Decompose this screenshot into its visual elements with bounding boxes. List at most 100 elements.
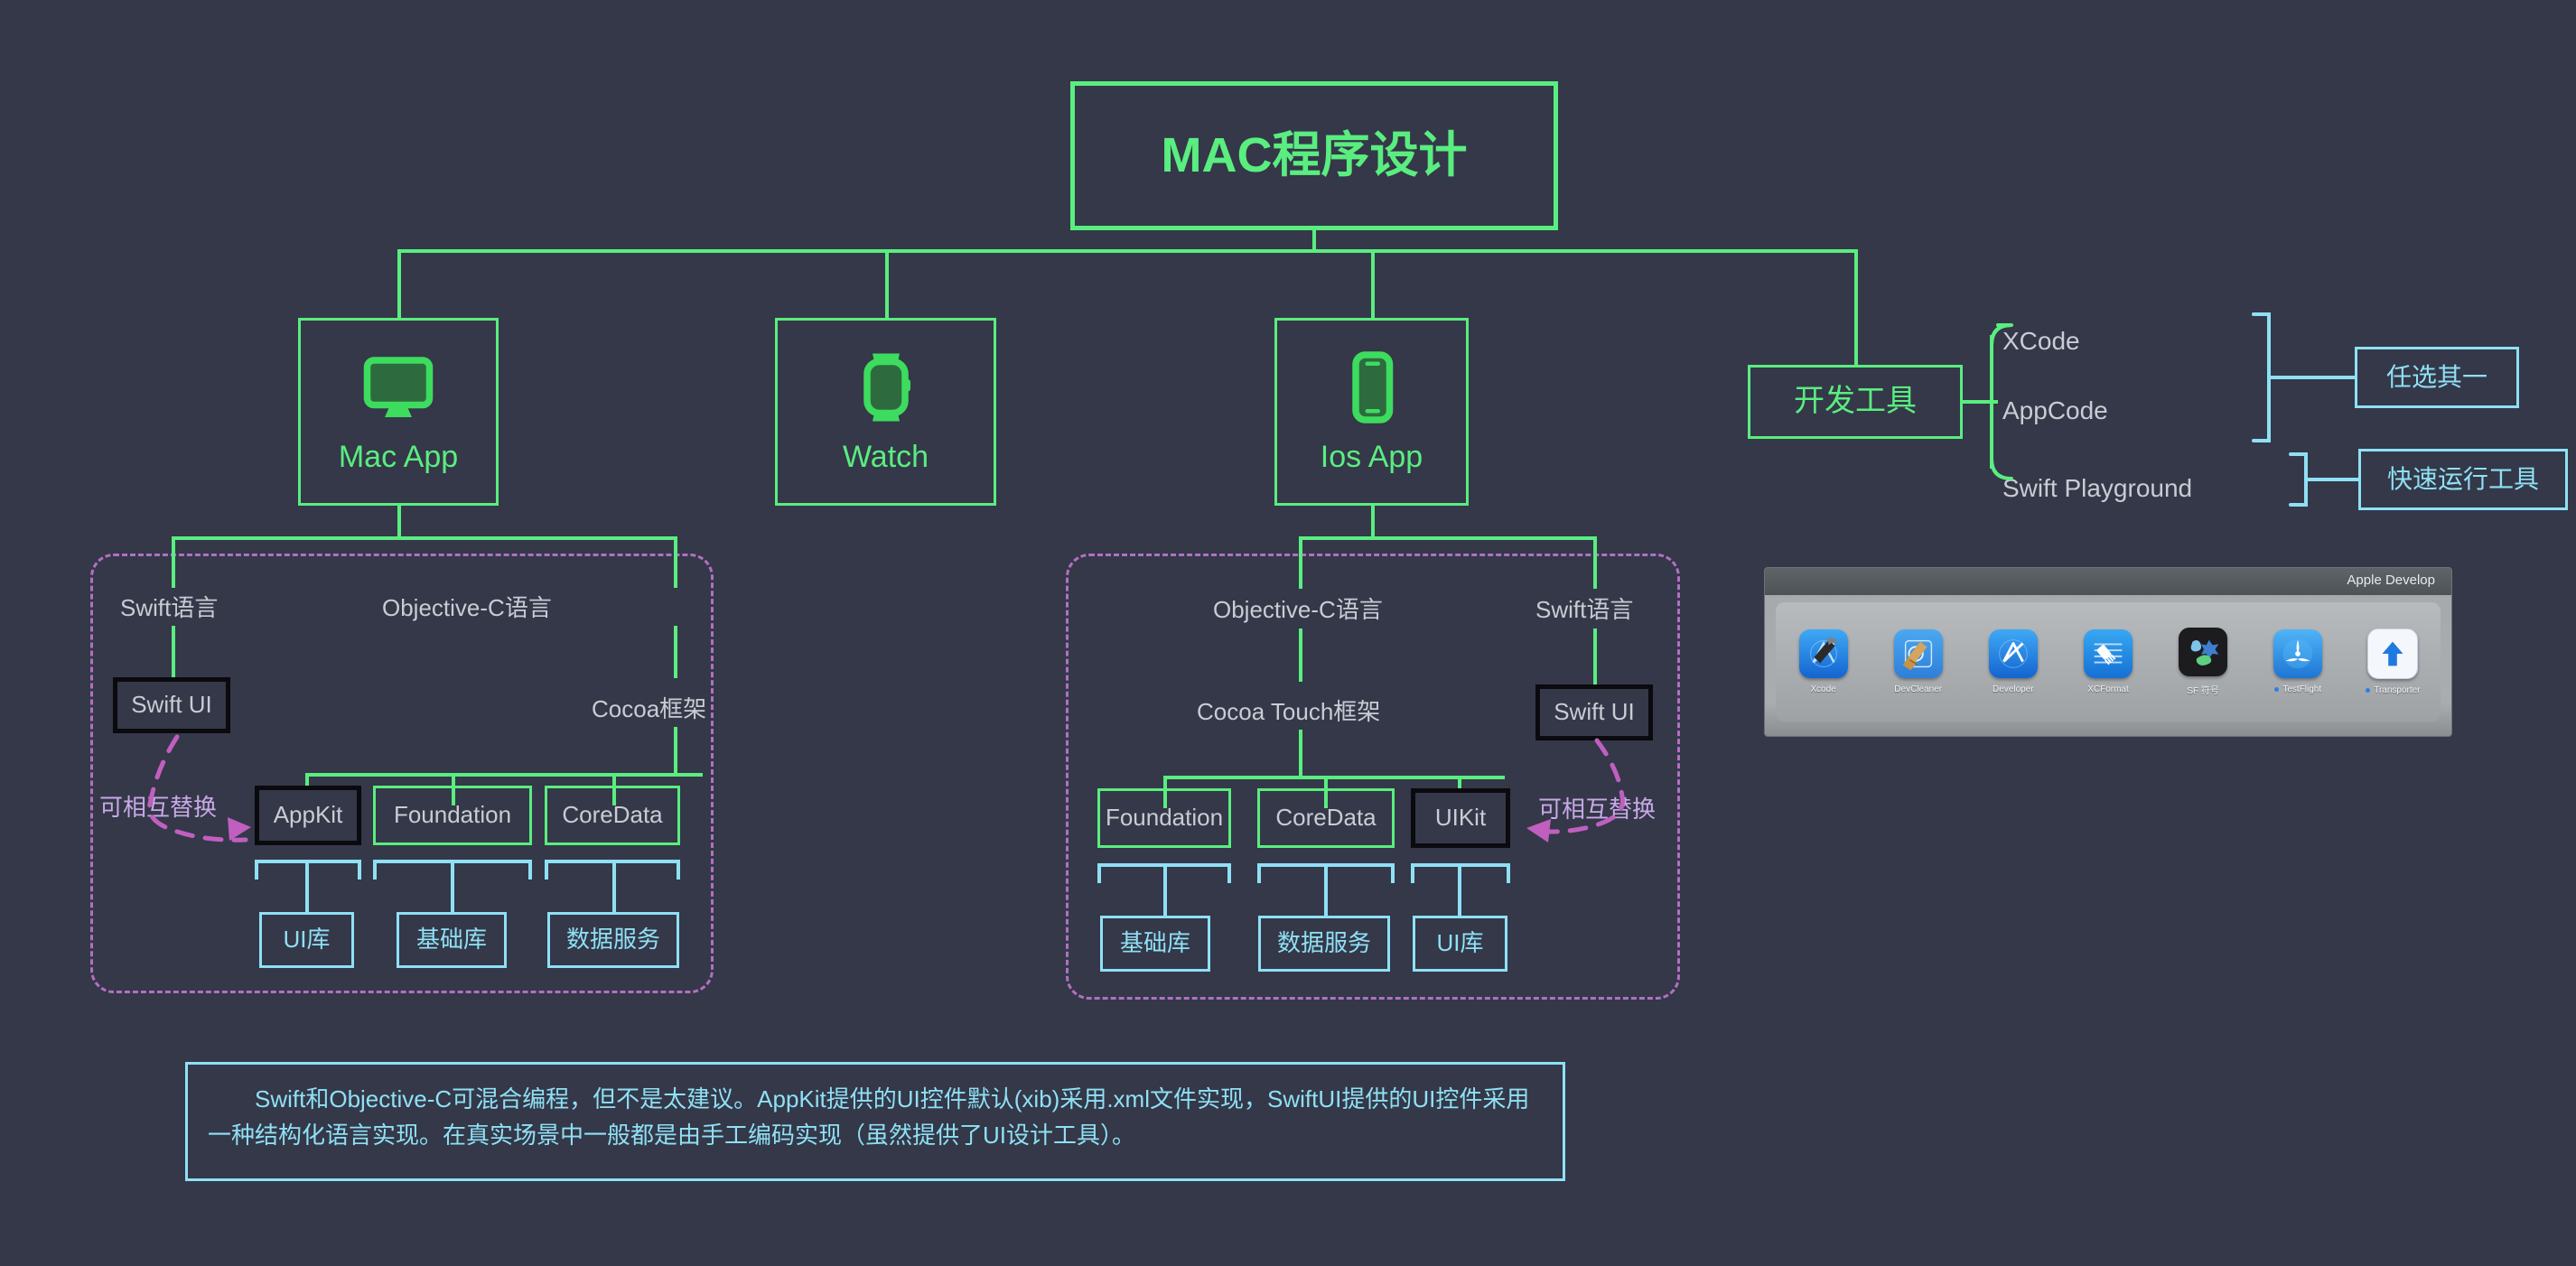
- ios-swift-to-swiftui: [1593, 628, 1597, 685]
- mac-swap-note: 可相互替换: [99, 794, 218, 821]
- platform-card-watch[interactable]: Watch: [775, 318, 996, 506]
- ios-lang-drop-objc: [1299, 536, 1302, 589]
- brace-choose-one-bottom: [2252, 376, 2271, 442]
- platform-card-mac[interactable]: Mac App: [298, 318, 499, 506]
- ios-lib-bracket-3-right: [1507, 863, 1510, 883]
- mac-framework-box-coredata[interactable]: CoreData: [545, 786, 680, 845]
- mac-swift-ui-label: Swift UI: [131, 691, 212, 719]
- ios-lib-drop-1: [1163, 863, 1167, 917]
- ios-language-swift: Swift语言: [1535, 596, 1634, 623]
- ios-lib-bracket-2-right: [1391, 863, 1395, 883]
- ios-language-objc: Objective-C语言: [1213, 596, 1383, 623]
- dock-label-devcleaner: DevCleaner: [1894, 684, 1943, 694]
- ios-lib-bracket-1-left: [1097, 863, 1101, 883]
- dock-item-sf-symbols[interactable]: SF 符号: [2165, 628, 2241, 696]
- ios-framework-box-coredata[interactable]: CoreData: [1257, 788, 1395, 848]
- dock-item-transporter[interactable]: Transporter: [2355, 628, 2431, 695]
- ios-swap-note: 可相互替换: [1538, 796, 1657, 823]
- sfsymbols-icon: [2179, 628, 2228, 676]
- xcformat-icon: [2083, 629, 2133, 678]
- mac-framework-box-foundation[interactable]: Foundation: [373, 786, 532, 845]
- dock-window-title: Apple Develop: [2347, 572, 2435, 588]
- dock-label-text-testflight: TestFlight: [2282, 684, 2322, 694]
- monitor-icon: [363, 357, 434, 417]
- ios-objc-to-cocoa: [1299, 628, 1302, 682]
- dock-item-xcode[interactable]: Xcode: [1786, 629, 1862, 694]
- dock-label-xcode: Xcode: [1810, 684, 1836, 694]
- dev-tool-xcode[interactable]: XCode: [2002, 327, 2080, 356]
- ios-framework-label-foundation: Foundation: [1105, 804, 1224, 832]
- root-title-box: MAC程序设计: [1070, 81, 1558, 230]
- root-title: MAC程序设计: [1161, 128, 1468, 183]
- devcleaner-icon: [1893, 629, 1943, 678]
- developer-icon: [1988, 629, 2038, 678]
- ios-framework-box-uikit[interactable]: UIKit: [1411, 788, 1510, 848]
- apple-develop-folder-window[interactable]: Apple Develop Xcode DevCleaner Developer…: [1765, 568, 2451, 736]
- mac-swift-ui-box[interactable]: Swift UI: [113, 677, 230, 733]
- platform-card-ios[interactable]: Ios App: [1274, 318, 1469, 506]
- brace-choose-one-top: [2252, 312, 2271, 379]
- ios-library-box-ui[interactable]: UI库: [1413, 916, 1507, 972]
- bus-drop-devtools: [1854, 249, 1858, 365]
- ios-swift-ui-box[interactable]: Swift UI: [1535, 684, 1653, 740]
- mac-library-box-ui[interactable]: UI库: [259, 912, 354, 968]
- testflight-icon: [2273, 629, 2323, 678]
- ios-framework-label-coredata: CoreData: [1275, 804, 1377, 832]
- dev-tool-group-box-quick-run[interactable]: 快速运行工具: [2358, 449, 2568, 510]
- brace-quick-run-bottom: [2289, 478, 2308, 507]
- ios-lang-drop-swift: [1593, 536, 1597, 589]
- ios-lang-bus: [1299, 536, 1597, 540]
- dock-item-devcleaner[interactable]: DevCleaner: [1881, 629, 1956, 694]
- bus-drop-mac: [397, 249, 401, 318]
- mac-framework-label-coredata: CoreData: [562, 801, 663, 829]
- mac-lib-bracket-1-right: [358, 860, 361, 880]
- mac-lib-bracket-1-left: [255, 860, 258, 880]
- xcode-icon: [1798, 629, 1848, 678]
- mac-library-box-data[interactable]: 数据服务: [547, 912, 679, 968]
- dock-item-xcformat[interactable]: XCFormat: [2070, 629, 2146, 694]
- dev-tool-group-box-choose-one[interactable]: 任选其一: [2355, 347, 2519, 408]
- mac-objc-to-cocoa: [674, 626, 677, 678]
- footer-note-box: Swift和Objective-C可混合编程，但不是太建议。AppKit提供的U…: [185, 1062, 1565, 1181]
- dock-label-sf-symbols: SF 符号: [2187, 686, 2219, 696]
- mac-library-label-ui: UI库: [283, 926, 331, 954]
- brace-quick-run-top: [2289, 452, 2308, 481]
- dock-label-text-transporter: Transporter: [2374, 685, 2421, 695]
- ios-library-box-data[interactable]: 数据服务: [1258, 916, 1390, 972]
- watch-icon: [863, 353, 910, 422]
- dock-item-developer[interactable]: Developer: [1975, 629, 2051, 694]
- dev-tools-box[interactable]: 开发工具: [1748, 365, 1963, 439]
- mac-framework-box-appkit[interactable]: AppKit: [255, 786, 361, 845]
- ios-cocoa-drop: [1299, 730, 1302, 777]
- dock-item-testflight[interactable]: TestFlight: [2260, 629, 2336, 694]
- dock-label-transporter: Transporter: [2366, 685, 2421, 695]
- transporter-icon: [2367, 628, 2419, 679]
- dev-tool-group-label-quick-run: 快速运行工具: [2386, 464, 2539, 493]
- title-drop-line: [1312, 230, 1316, 251]
- ios-framework-box-foundation[interactable]: Foundation: [1097, 788, 1231, 848]
- ios-swift-ui-label: Swift UI: [1554, 698, 1635, 726]
- mac-library-label-base: 基础库: [415, 926, 487, 954]
- top-bus-line: [397, 249, 1858, 253]
- mac-swift-to-swiftui: [172, 626, 175, 680]
- ios-library-label-ui: UI库: [1436, 929, 1484, 957]
- mac-lib-drop-3: [612, 860, 616, 914]
- ios-library-label-data: 数据服务: [1276, 929, 1371, 957]
- dev-tools-label: 开发工具: [1794, 384, 1917, 419]
- dev-tool-swift-playground[interactable]: Swift Playground: [2002, 474, 2192, 503]
- ios-framework-cocoa-touch: Cocoa Touch框架: [1197, 698, 1381, 725]
- dev-tool-appcode[interactable]: AppCode: [2002, 396, 2108, 425]
- dock-label-xcformat: XCFormat: [2087, 684, 2129, 694]
- mac-library-label-data: 数据服务: [565, 926, 660, 954]
- diagram-canvas: MAC程序设计 Mac App Watch Ios App 开发工具 XCode…: [0, 0, 2576, 1266]
- mac-library-box-base[interactable]: 基础库: [397, 912, 507, 968]
- mac-framework-bus: [305, 773, 703, 777]
- ios-lib-drop-2: [1324, 863, 1328, 917]
- ios-library-box-base[interactable]: 基础库: [1100, 916, 1210, 972]
- mac-lib-bracket-3-right: [677, 860, 680, 880]
- bus-drop-ios: [1371, 249, 1375, 318]
- dock-window-title-bar: Apple Develop: [1765, 568, 2451, 595]
- ios-lib-bracket-3-left: [1411, 863, 1414, 883]
- mac-framework-label-foundation: Foundation: [393, 801, 512, 829]
- ios-framework-bus: [1163, 776, 1505, 779]
